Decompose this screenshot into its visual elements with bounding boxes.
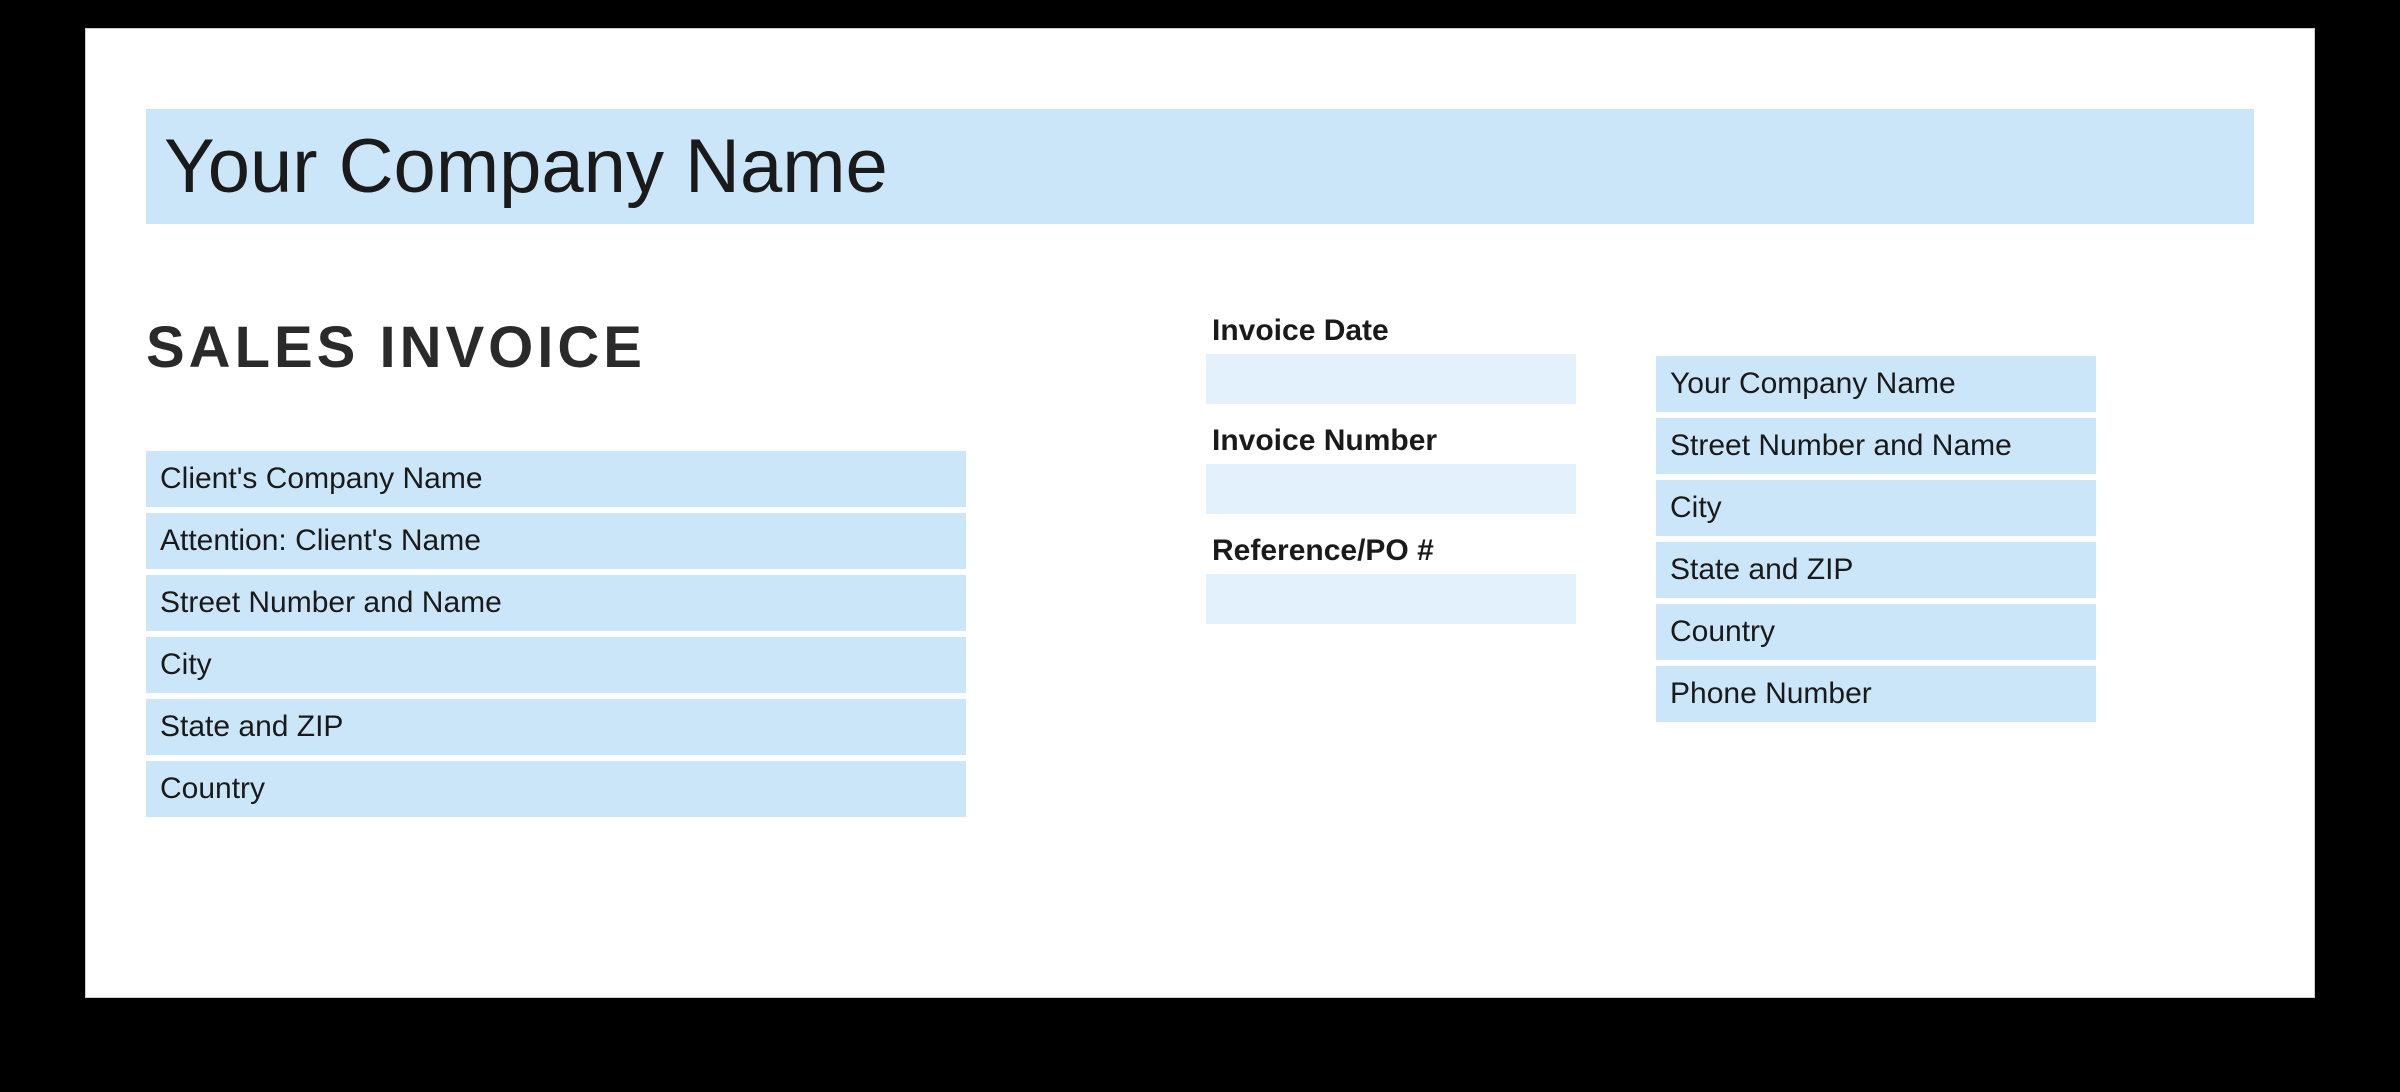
client-attention-field[interactable]: Attention: Client's Name bbox=[146, 513, 966, 569]
client-city-field[interactable]: City bbox=[146, 637, 966, 693]
invoice-number-label: Invoice Number bbox=[1206, 424, 1576, 458]
reference-block: Reference/PO # bbox=[1206, 534, 1576, 624]
invoice-number-block: Invoice Number bbox=[1206, 424, 1576, 514]
client-statezip-field[interactable]: State and ZIP bbox=[146, 699, 966, 755]
invoice-date-field[interactable] bbox=[1206, 354, 1576, 404]
invoice-number-field[interactable] bbox=[1206, 464, 1576, 514]
content-area: SALES INVOICE Client's Company Name Atte… bbox=[146, 314, 2254, 823]
middle-column: Invoice Date Invoice Number Reference/PO… bbox=[1206, 314, 1576, 823]
reference-label: Reference/PO # bbox=[1206, 534, 1576, 568]
sender-phone-field[interactable]: Phone Number bbox=[1656, 666, 2096, 722]
sender-company-field[interactable]: Your Company Name bbox=[1656, 356, 2096, 412]
header-bar: Your Company Name bbox=[146, 109, 2254, 224]
invoice-date-block: Invoice Date bbox=[1206, 314, 1576, 404]
client-company-field[interactable]: Client's Company Name bbox=[146, 451, 966, 507]
right-column: Your Company Name Street Number and Name… bbox=[1656, 356, 2096, 823]
sender-street-field[interactable]: Street Number and Name bbox=[1656, 418, 2096, 474]
invoice-page: Your Company Name SALES INVOICE Client's… bbox=[85, 28, 2315, 998]
client-country-field[interactable]: Country bbox=[146, 761, 966, 817]
client-street-field[interactable]: Street Number and Name bbox=[146, 575, 966, 631]
invoice-date-label: Invoice Date bbox=[1206, 314, 1576, 348]
left-column: SALES INVOICE Client's Company Name Atte… bbox=[146, 314, 966, 823]
reference-field[interactable] bbox=[1206, 574, 1576, 624]
sender-country-field[interactable]: Country bbox=[1656, 604, 2096, 660]
invoice-title: SALES INVOICE bbox=[146, 314, 966, 381]
sender-city-field[interactable]: City bbox=[1656, 480, 2096, 536]
sender-statezip-field[interactable]: State and ZIP bbox=[1656, 542, 2096, 598]
company-name-header[interactable]: Your Company Name bbox=[164, 123, 888, 210]
